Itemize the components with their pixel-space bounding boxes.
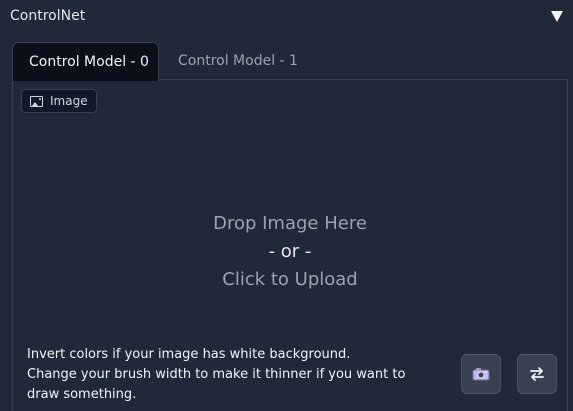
swap-dimensions-button[interactable] [517,354,557,394]
swap-arrows-icon [530,367,544,381]
image-block-label: Image [21,89,97,113]
dropzone-text: Drop Image Here - or - Click to Upload [13,210,567,294]
tab-bar: Control Model - 0 Control Model - 1 [12,42,568,81]
tab-control-model-0[interactable]: Control Model - 0 [12,42,159,81]
tab-control-model-1[interactable]: Control Model - 1 [162,42,314,80]
or-separator-text: - or - [268,241,312,262]
triangle-down-icon[interactable] [551,11,563,22]
click-to-upload-text: Click to Upload [222,269,358,290]
tab-content: Image Drop Image Here - or - Click to Up… [12,79,568,411]
hint-line-brush: Change your brush width to make it thinn… [27,367,406,402]
image-icon [30,95,43,107]
accordion-header[interactable]: ControlNet [0,0,573,36]
controlnet-panel: ControlNet Control Model - 0 Control Mod… [0,0,573,411]
image-label-text: Image [50,94,88,108]
camera-icon [472,368,490,381]
hint-line-invert: Invert colors if your image has white ba… [27,347,351,362]
drop-image-here-text: Drop Image Here [213,213,367,234]
accordion-title: ControlNet [10,8,86,24]
image-upload-dropzone[interactable]: Drop Image Here - or - Click to Upload [13,120,567,360]
webcam-button[interactable] [461,354,501,394]
hint-text: Invert colors if your image has white ba… [27,345,427,405]
